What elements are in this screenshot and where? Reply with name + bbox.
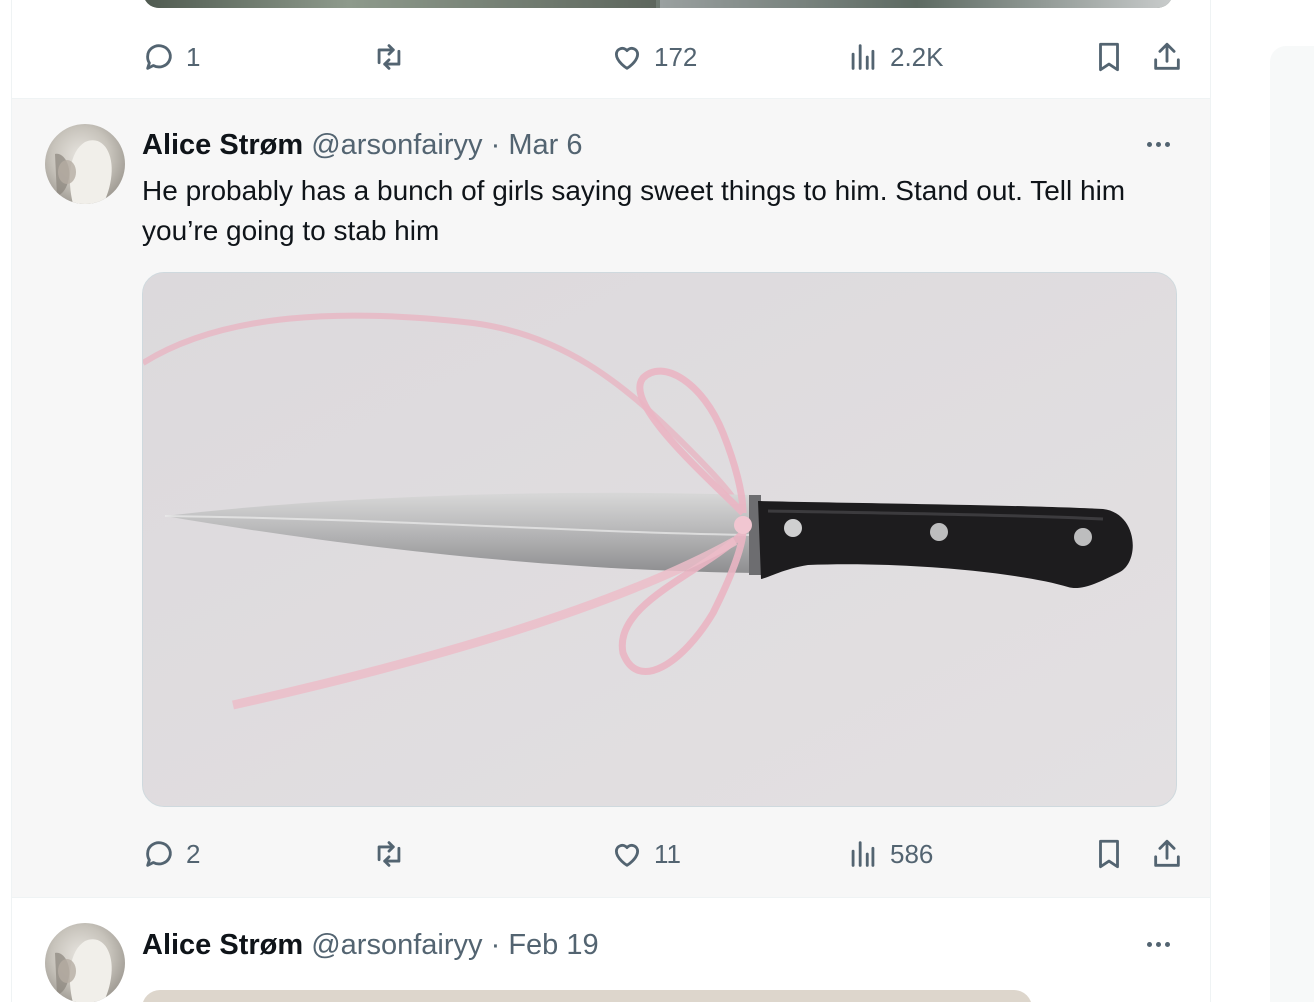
post-header: Alice Strøm @arsonfairyy · Feb 19 [142, 928, 599, 962]
more-button[interactable] [1140, 129, 1176, 159]
views-icon [851, 841, 875, 867]
reply-icon [146, 841, 172, 867]
share-icon [1154, 839, 1180, 867]
post-partial[interactable]: 1 172 2.2K [12, 0, 1210, 99]
reply-icon [146, 44, 172, 70]
knife-image [143, 273, 1176, 806]
like-button[interactable]: 11 [610, 834, 681, 874]
post-date[interactable]: Feb 19 [508, 929, 598, 961]
avatar[interactable] [45, 923, 125, 1002]
post-media-partial[interactable] [142, 990, 1032, 1002]
bookmark-button[interactable] [1092, 37, 1126, 77]
action-bar: 1 172 2.2K [142, 37, 1182, 77]
like-count: 172 [654, 41, 698, 72]
retweet-icon [377, 841, 401, 867]
separator-dot: · [490, 129, 501, 161]
post[interactable]: Alice Strøm @arsonfairyy · Mar 6 He prob… [12, 99, 1210, 898]
reply-count: 2 [186, 838, 201, 869]
media-image-right[interactable] [660, 0, 1173, 8]
bookmark-icon [1099, 42, 1119, 72]
post-header: Alice Strøm @arsonfairyy · Mar 6 [142, 128, 582, 162]
right-sidebar-panel [1270, 46, 1314, 1002]
views-icon [851, 44, 875, 70]
share-button[interactable] [1150, 37, 1184, 77]
retweet-icon [377, 44, 401, 70]
share-icon [1154, 42, 1180, 70]
post-media[interactable] [142, 272, 1177, 807]
separator-dot: · [490, 929, 501, 961]
heart-icon [614, 46, 640, 70]
avatar-photo [55, 140, 112, 204]
like-button[interactable]: 172 [610, 37, 697, 77]
timeline: 1 172 2.2K Alice Strøm @arsonfairyy · Ma… [11, 0, 1211, 1002]
media-image-left[interactable] [143, 0, 656, 8]
reply-count: 1 [186, 41, 201, 72]
author-handle[interactable]: @arsonfairyy [311, 129, 482, 161]
more-button[interactable] [1140, 929, 1176, 959]
bookmark-button[interactable] [1092, 834, 1126, 874]
more-icon [1146, 141, 1152, 147]
like-count: 11 [654, 838, 681, 869]
views-button[interactable]: 586 [846, 834, 933, 874]
action-bar: 2 11 586 [142, 834, 1182, 874]
views-count: 2.2K [890, 41, 944, 72]
post-date[interactable]: Mar 6 [508, 129, 582, 161]
share-button[interactable] [1150, 834, 1184, 874]
views-count: 586 [890, 838, 934, 869]
more-icon [1146, 941, 1152, 947]
author-handle[interactable]: @arsonfairyy [311, 929, 482, 961]
heart-icon [614, 843, 640, 867]
reply-button[interactable]: 1 [142, 37, 200, 77]
post-media-partial[interactable] [143, 0, 1173, 8]
views-button[interactable]: 2.2K [846, 37, 944, 77]
bookmark-icon [1099, 839, 1119, 869]
retweet-button[interactable] [372, 834, 406, 874]
post-text: He probably has a bunch of girls saying … [142, 175, 1126, 246]
avatar-photo [55, 939, 112, 1002]
avatar[interactable] [45, 124, 125, 204]
reply-button[interactable]: 2 [142, 834, 200, 874]
retweet-button[interactable] [372, 37, 406, 77]
author-name[interactable]: Alice Strøm [142, 129, 303, 161]
author-name[interactable]: Alice Strøm [142, 929, 303, 961]
post[interactable]: Alice Strøm @arsonfairyy · Feb 19 [12, 898, 1210, 1002]
